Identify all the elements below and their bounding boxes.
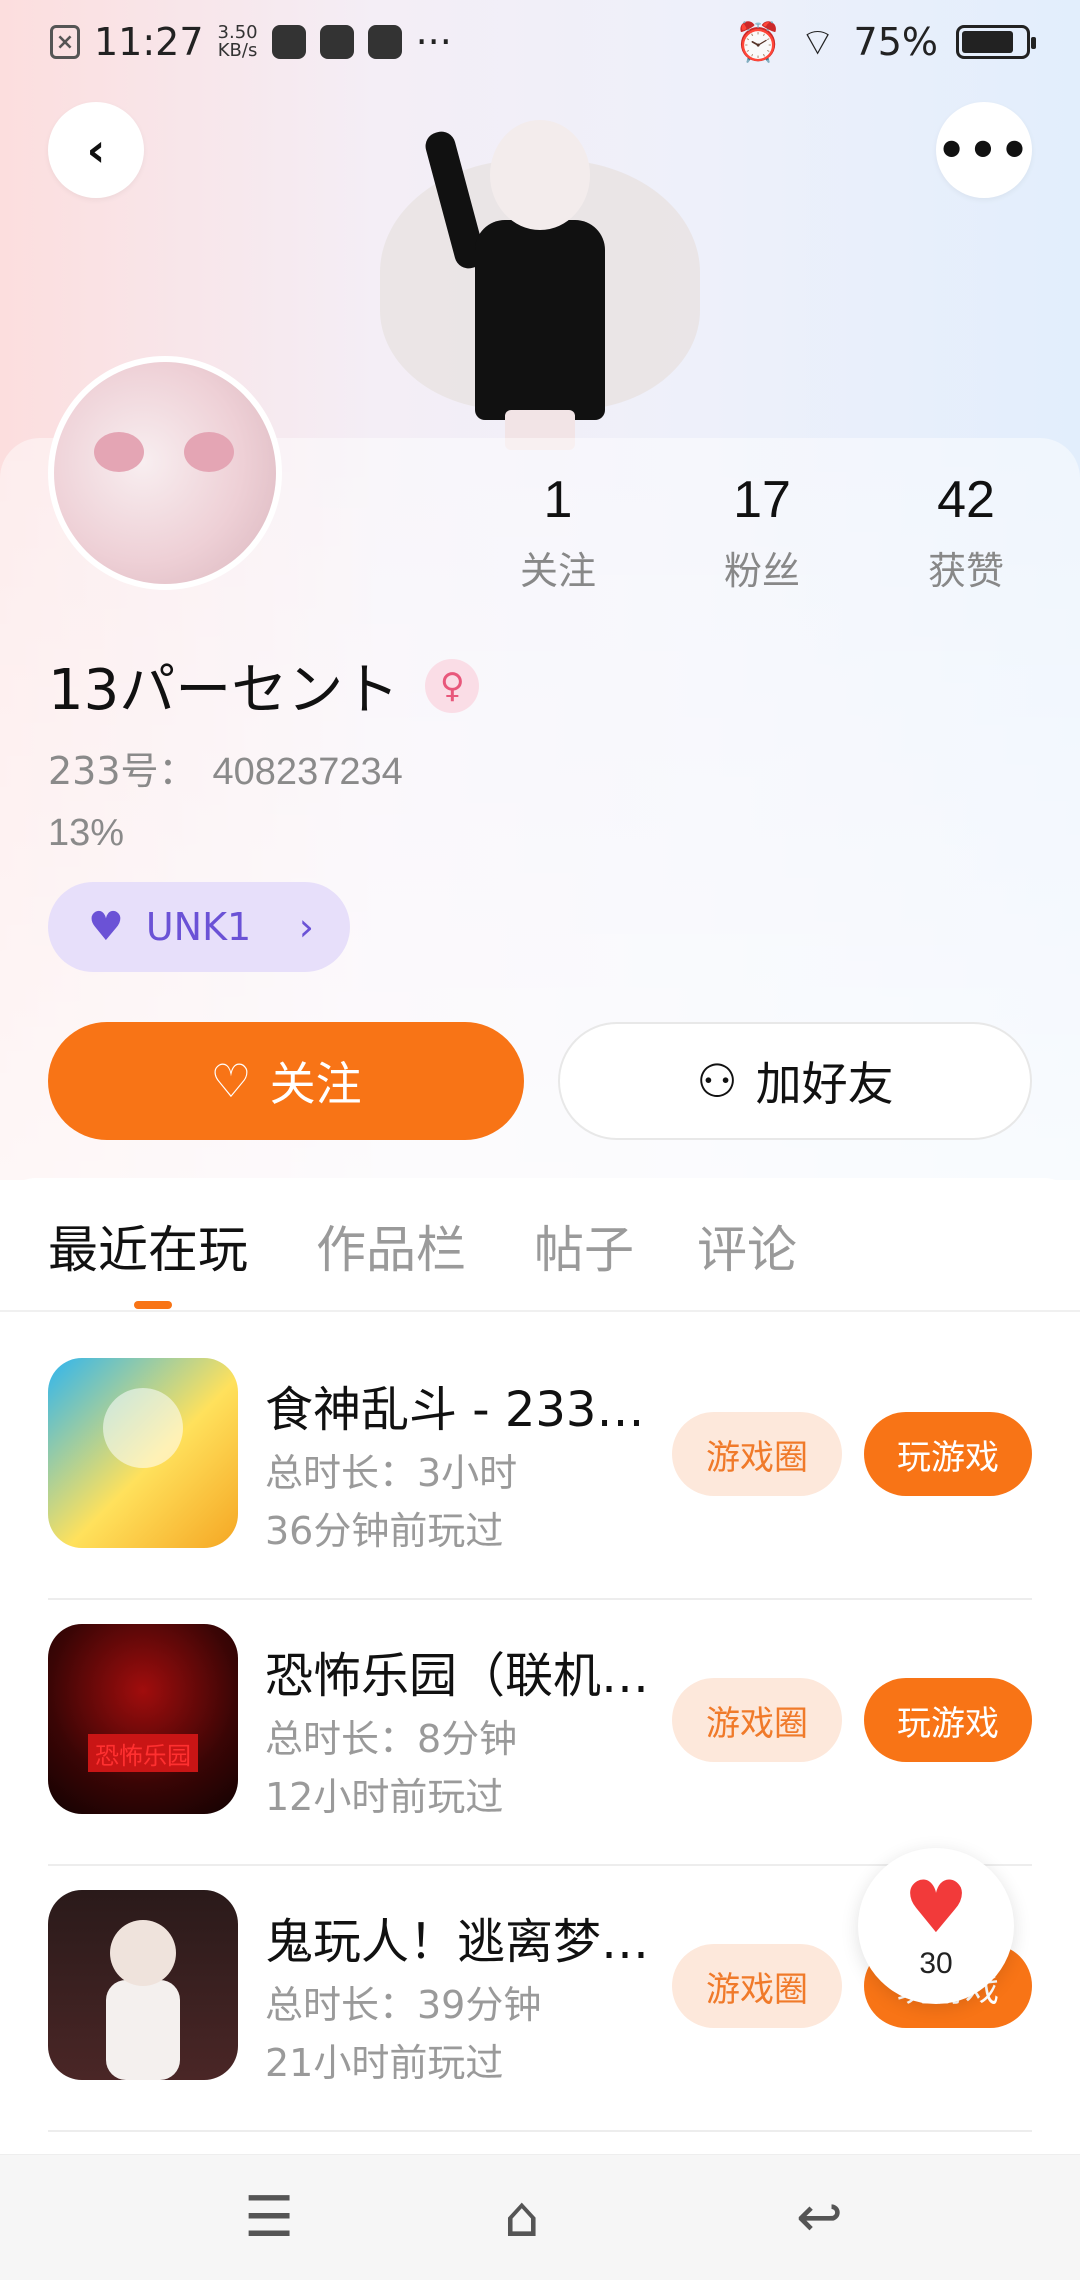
game-icon [48, 1890, 238, 2080]
list-divider [48, 2130, 1032, 2132]
home-icon[interactable]: ⌂ [504, 2185, 540, 2250]
profile-tabs: 最近在玩 作品栏 帖子 评论 [0, 1210, 1080, 1310]
search-notification-icon [367, 25, 402, 59]
game-duration: 总时长：8分钟 [265, 1717, 518, 1761]
game-icon: 恐怖乐园 [48, 1624, 238, 1814]
user-bio: 13% [48, 812, 125, 854]
alarm-icon: ⏰ [734, 19, 782, 64]
network-speed: 3.50 KB/s [218, 24, 258, 60]
back-button[interactable]: ‹ [48, 102, 144, 198]
active-tab-indicator [134, 1301, 172, 1309]
app-notification-icon [271, 25, 306, 59]
list-item[interactable]: 恐怖乐园 恐怖乐园（联机… 总时长：8分钟 12小时前玩过 游戏圈 玩游戏 [0, 1600, 1080, 1866]
stat-fans-label: 粉丝 [723, 549, 800, 593]
chevron-right-icon: › [298, 905, 314, 949]
badge-label: UNK1 [145, 905, 252, 949]
system-navigation-bar: ☰ ⌂ ↩ [0, 2154, 1080, 2280]
game-last-played: 21小时前玩过 [265, 2041, 504, 2085]
game-circle-button[interactable]: 游戏圈 [672, 1678, 842, 1762]
play-game-button[interactable]: 玩游戏 [864, 1678, 1032, 1762]
network-speed-unit: KB/s [217, 40, 258, 61]
heart-plus-icon: ♡ [210, 1054, 252, 1108]
user-id-value: 408237234 [212, 751, 403, 793]
tab-comments[interactable]: 评论 [697, 1210, 797, 1282]
more-icon: ••• [936, 123, 1032, 177]
list-item[interactable]: 食神乱斗 - 233… 总时长：3小时 36分钟前玩过 游戏圈 玩游戏 [0, 1334, 1080, 1600]
tab-recently-played[interactable]: 最近在玩 [48, 1210, 248, 1282]
add-friend-button[interactable]: ⚇ 加好友 [558, 1022, 1032, 1140]
tiktok-notification-icon [319, 25, 354, 59]
name-row: 13パーセント ♀ [48, 645, 480, 726]
follow-button[interactable]: ♡ 关注 [48, 1022, 524, 1140]
play-game-button[interactable]: 玩游戏 [864, 1412, 1032, 1496]
stat-fans-value: 17 [733, 471, 791, 529]
stat-likes-label: 获赞 [927, 549, 1004, 593]
profile-character-figure [380, 100, 700, 450]
heart-badge-icon: ♥ [88, 904, 124, 950]
stat-following-label: 关注 [519, 549, 596, 593]
like-count: 30 [919, 1947, 953, 1980]
status-time: 11:27 [94, 20, 204, 64]
user-id: 233号： 408237234 [48, 740, 403, 795]
stat-following[interactable]: 1 关注 [478, 470, 638, 595]
badge-chip[interactable]: ♥ UNK1 › [48, 882, 350, 972]
back-nav-icon[interactable]: ↩ [796, 2185, 843, 2250]
game-title: 鬼玩人！逃离梦… [265, 1914, 650, 1970]
battery-percent: 75% [853, 20, 938, 64]
game-duration: 总时长：39分钟 [265, 1983, 542, 2027]
status-bar: × 11:27 3.50 KB/s ··· ⏰ ⌔ 75% [0, 0, 1080, 84]
close-notification-icon: × [50, 25, 80, 59]
stat-likes[interactable]: 42 获赞 [886, 470, 1046, 595]
stat-fans[interactable]: 17 粉丝 [682, 470, 842, 595]
add-user-icon: ⚇ [696, 1054, 738, 1108]
user-name: 13パーセント [48, 658, 400, 723]
game-circle-button[interactable]: 游戏圈 [672, 1944, 842, 2028]
battery-icon [956, 25, 1036, 59]
heart-icon: ♥ [903, 1865, 969, 1949]
game-icon [48, 1358, 238, 1548]
tab-works[interactable]: 作品栏 [316, 1210, 466, 1282]
avatar-image [54, 362, 276, 584]
tab-divider [0, 1310, 1080, 1312]
more-options-button[interactable]: ••• [936, 102, 1032, 198]
follow-label: 关注 [269, 1057, 362, 1111]
game-title: 食神乱斗 - 233… [265, 1382, 645, 1438]
back-icon: ‹ [86, 123, 106, 177]
like-button[interactable]: ♥ 30 [858, 1848, 1014, 2004]
game-duration: 总时长：3小时 [265, 1451, 518, 1495]
wifi-icon: ⌔ [799, 20, 836, 64]
tab-posts[interactable]: 帖子 [534, 1210, 634, 1282]
game-last-played: 12小时前玩过 [265, 1775, 504, 1819]
menu-icon[interactable]: ☰ [244, 2185, 294, 2250]
add-friend-label: 加好友 [755, 1057, 894, 1111]
game-title: 恐怖乐园（联机… [265, 1648, 650, 1704]
stat-likes-value: 42 [937, 471, 995, 529]
user-id-label: 233号： [48, 749, 197, 793]
more-notifications: ··· [415, 20, 452, 64]
game-icon-text: 恐怖乐园 [88, 1734, 198, 1772]
stat-following-value: 1 [543, 471, 573, 529]
game-circle-button[interactable]: 游戏圈 [672, 1412, 842, 1496]
game-last-played: 36分钟前玩过 [265, 1509, 504, 1553]
female-icon: ♀ [425, 658, 480, 713]
avatar[interactable] [48, 356, 282, 590]
